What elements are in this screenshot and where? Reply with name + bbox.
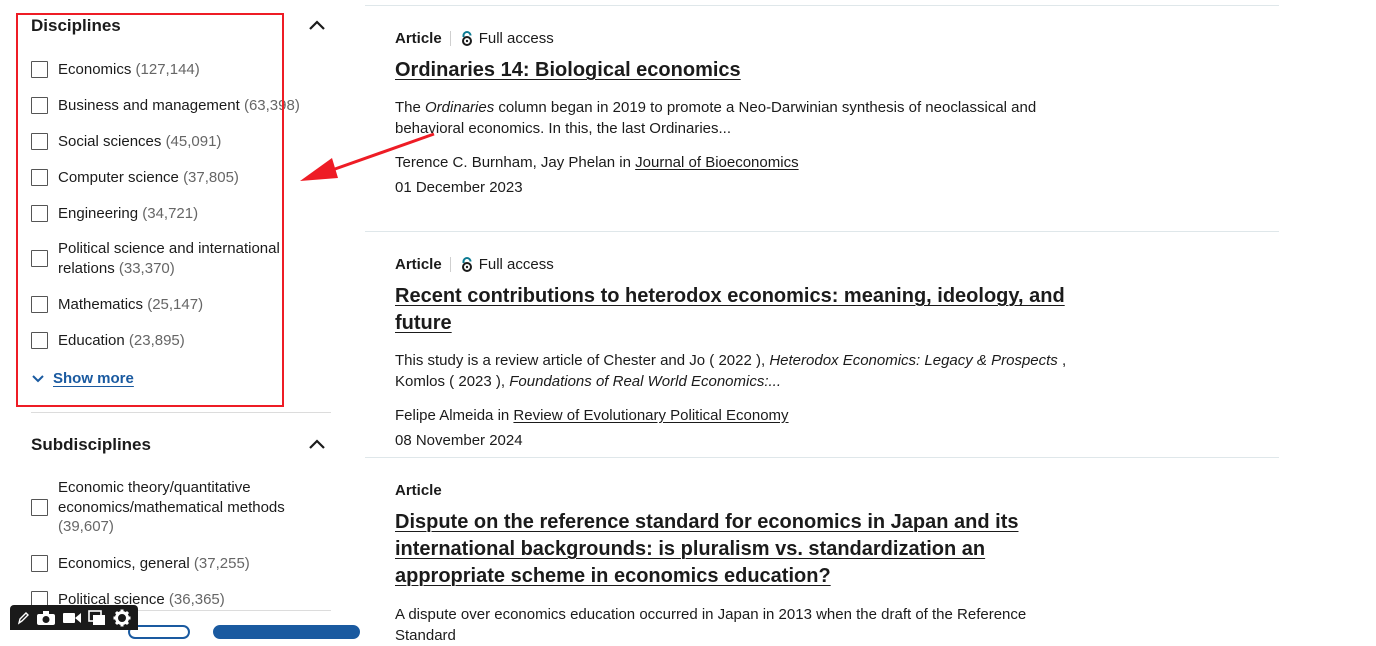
chevron-down-icon bbox=[32, 374, 44, 382]
result-divider bbox=[365, 457, 1279, 458]
access-label: Full access bbox=[478, 256, 554, 273]
discipline-option-economics[interactable]: Economics (127,144) bbox=[31, 60, 321, 80]
chevron-up-icon bbox=[309, 20, 325, 30]
checkbox[interactable] bbox=[31, 169, 48, 187]
option-label: Economics, general bbox=[58, 555, 190, 572]
discipline-option-political-science[interactable]: Political science and international rela… bbox=[31, 239, 286, 278]
checkbox[interactable] bbox=[31, 133, 48, 151]
checkbox[interactable] bbox=[31, 97, 48, 115]
author-names: Felipe Almeida bbox=[395, 407, 494, 424]
result-snippet: This study is a review article of Cheste… bbox=[395, 352, 1067, 390]
checkbox[interactable] bbox=[31, 555, 48, 573]
checkbox[interactable] bbox=[31, 296, 48, 314]
result-meta: Article Full access bbox=[395, 30, 1095, 47]
search-result: Article Dispute on the reference standar… bbox=[395, 482, 1095, 646]
search-result: Article Full access Ordinaries 14: Biolo… bbox=[395, 30, 1095, 198]
content-type: Article bbox=[395, 30, 442, 47]
content-type: Article bbox=[395, 256, 442, 273]
meta-separator bbox=[449, 31, 451, 46]
option-count: (33,370) bbox=[118, 259, 175, 277]
show-more-disciplines-button[interactable]: Show more bbox=[31, 370, 134, 387]
checkbox[interactable] bbox=[31, 205, 48, 223]
result-divider bbox=[365, 231, 1279, 232]
option-count: (37,805) bbox=[183, 169, 239, 186]
subdisciplines-collapse-button[interactable] bbox=[305, 433, 329, 457]
option-label: Economics bbox=[58, 61, 132, 78]
subdisciplines-title: Subdisciplines bbox=[31, 435, 151, 454]
option-count: (127,144) bbox=[135, 61, 200, 78]
option-label: Computer science bbox=[58, 169, 179, 186]
option-count: (39,607) bbox=[58, 518, 114, 535]
option-count: (34,721) bbox=[142, 205, 199, 222]
checkbox[interactable] bbox=[31, 61, 48, 79]
discipline-option-mathematics[interactable]: Mathematics (25,147) bbox=[31, 295, 321, 315]
access-label: Full access bbox=[478, 30, 554, 47]
result-title-link[interactable]: Recent contributions to heterodox econom… bbox=[395, 283, 1095, 337]
open-access-icon bbox=[461, 31, 472, 46]
content-type: Article bbox=[395, 482, 442, 499]
filter-sidebar: Disciplines Economics (127,144) Business… bbox=[0, 0, 340, 630]
journal-link[interactable]: Review of Evolutionary Political Economy bbox=[513, 407, 788, 424]
option-count: (25,147) bbox=[147, 296, 204, 313]
chevron-up-icon bbox=[309, 439, 325, 449]
journal-link[interactable]: Journal of Bioeconomics bbox=[635, 154, 798, 171]
checkbox[interactable] bbox=[31, 250, 48, 267]
discipline-option-education[interactable]: Education (23,895) bbox=[31, 331, 321, 351]
camera-icon[interactable] bbox=[36, 610, 56, 626]
discipline-option-social-sciences[interactable]: Social sciences (45,091) bbox=[31, 132, 321, 152]
option-count: (36,365) bbox=[168, 591, 225, 608]
option-label: Mathematics bbox=[58, 296, 144, 313]
option-label: Social sciences bbox=[58, 133, 162, 150]
publication-date: 01 December 2023 bbox=[395, 179, 523, 196]
open-access-icon bbox=[461, 257, 472, 272]
search-button-partial[interactable] bbox=[213, 625, 360, 639]
option-label: Education bbox=[58, 332, 125, 349]
result-title-link[interactable]: Dispute on the reference standard for ec… bbox=[395, 509, 1095, 590]
disciplines-collapse-button[interactable] bbox=[305, 14, 329, 38]
option-label: Engineering bbox=[58, 205, 139, 222]
result-authors: Terence C. Burnham, Jay Phelan in Journa… bbox=[395, 154, 799, 171]
option-count: (63,398) bbox=[243, 97, 300, 114]
subdiscipline-option-economic-theory[interactable]: Economic theory/quantitative economics/m… bbox=[31, 478, 301, 537]
option-count: (37,255) bbox=[193, 555, 250, 572]
publication-date: 08 November 2024 bbox=[395, 432, 523, 449]
search-result: Article Full access Recent contributions… bbox=[395, 256, 1095, 451]
option-label: Economic theory/quantitative economics/m… bbox=[58, 479, 285, 516]
sidebar-divider bbox=[31, 412, 331, 413]
meta-separator bbox=[449, 257, 451, 272]
result-meta: Article bbox=[395, 482, 1095, 499]
option-label: Business and management bbox=[58, 97, 240, 114]
result-title-link[interactable]: Ordinaries 14: Biological economics bbox=[395, 57, 1095, 84]
show-more-label: Show more bbox=[53, 370, 134, 387]
option-count: (23,895) bbox=[128, 332, 185, 349]
disciplines-header: Disciplines bbox=[31, 14, 331, 38]
video-icon[interactable] bbox=[62, 611, 82, 625]
window-icon[interactable] bbox=[88, 609, 106, 626]
checkbox[interactable] bbox=[31, 332, 48, 350]
result-meta: Article Full access bbox=[395, 256, 1095, 273]
result-authors: Felipe Almeida in Review of Evolutionary… bbox=[395, 407, 789, 424]
result-snippet: The Ordinaries column began in 2019 to p… bbox=[395, 99, 1037, 137]
discipline-option-business[interactable]: Business and management (63,398) bbox=[31, 96, 321, 116]
discipline-option-computer-science[interactable]: Computer science (37,805) bbox=[31, 168, 321, 188]
option-count: (45,091) bbox=[165, 133, 222, 150]
checkbox[interactable] bbox=[31, 498, 48, 516]
result-snippet: A dispute over economics education occur… bbox=[395, 606, 1027, 644]
result-divider bbox=[365, 5, 1279, 6]
disciplines-title: Disciplines bbox=[31, 16, 121, 35]
discipline-option-engineering[interactable]: Engineering (34,721) bbox=[31, 204, 321, 224]
pen-icon[interactable] bbox=[17, 611, 30, 625]
capture-toolbar bbox=[10, 605, 138, 630]
author-names: Terence C. Burnham, Jay Phelan bbox=[395, 154, 616, 171]
subdiscipline-option-economics-general[interactable]: Economics, general (37,255) bbox=[31, 554, 321, 574]
subdisciplines-header: Subdisciplines bbox=[31, 433, 331, 457]
gear-icon[interactable] bbox=[113, 609, 131, 627]
